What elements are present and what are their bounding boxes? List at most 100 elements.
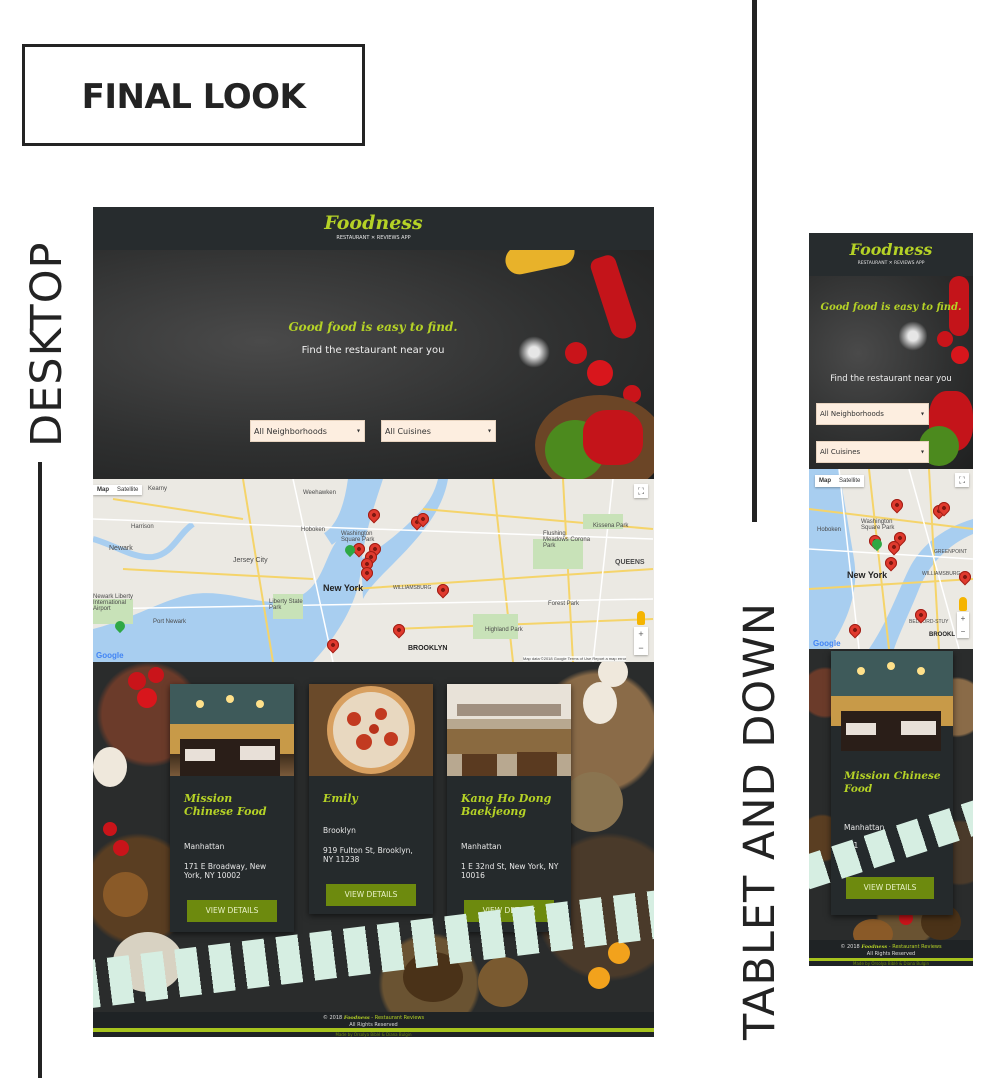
- spice-bowl-decoration: [563, 772, 623, 832]
- egg-yolk-decoration: [588, 967, 610, 989]
- site-logo[interactable]: Foodness: [809, 240, 973, 259]
- map-label-highland: Highland Park: [485, 627, 523, 633]
- map-label-harrison: Harrison: [131, 524, 154, 530]
- footer-suffix: - Restaurant Reviews: [371, 1015, 425, 1021]
- footer-rights: All Rights Reserved: [866, 951, 916, 957]
- zoom-control: + −: [634, 627, 648, 655]
- zoom-out-button[interactable]: −: [634, 641, 648, 655]
- map-label-forest: Forest Park: [548, 601, 580, 607]
- zoom-in-button[interactable]: +: [957, 612, 969, 625]
- fullscreen-button[interactable]: ⛶: [955, 473, 969, 487]
- cuisines-select-value: All Cuisines: [385, 427, 431, 436]
- restaurant-card: Mission Chinese Food Manhattan 171 E Bro…: [170, 684, 294, 932]
- street-view-pegman-icon[interactable]: [637, 611, 645, 625]
- map-label-washington: Washington Square Park: [861, 519, 895, 531]
- map-label-new-york: New York: [323, 583, 364, 593]
- desktop-divider-line: [38, 462, 42, 1078]
- map-tab-map[interactable]: Map: [93, 485, 113, 495]
- footer-copyright: © 2018: [840, 944, 860, 950]
- restaurant-photo-image: [831, 651, 953, 751]
- spice-bowl-decoration: [478, 957, 528, 1007]
- restaurant-neighborhood: Brooklyn: [323, 826, 356, 835]
- salt-decoration: [899, 316, 927, 356]
- restaurant-card: Kang Ho Dong Baekjeong Manhattan 1 E 32n…: [447, 684, 571, 932]
- hero-subtagline: Find the restaurant near you: [301, 345, 445, 356]
- map-type-control: Map Satellite: [815, 475, 865, 487]
- cuisines-select-value: All Cuisines: [820, 448, 861, 456]
- hero-banner: Good food is easy to find. Find the rest…: [93, 250, 654, 479]
- final-look-title-box: FINAL LOOK: [22, 44, 365, 146]
- map-label-hoboken: Hoboken: [301, 527, 326, 533]
- zoom-out-button[interactable]: −: [957, 625, 969, 638]
- map-label-airport: Newark Liberty International Airport: [93, 594, 134, 612]
- map-tab-map[interactable]: Map: [815, 475, 835, 487]
- restaurant-neighborhood: Manhattan: [461, 842, 502, 851]
- restaurants-map[interactable]: Map Satellite ⛶ Washington Square Park H…: [809, 469, 973, 649]
- map-label-williamsburg: WILLIAMSBURG: [922, 571, 961, 577]
- restaurant-address: 919 Fulton St, Brooklyn, NY 11238: [323, 846, 413, 865]
- site-logo-subtitle: RESTAURANT ✕ REVIEWS APP: [336, 235, 411, 241]
- restaurant-name: Kang Ho Dong Baekjeong: [461, 792, 552, 819]
- corn-decoration: [502, 250, 578, 277]
- egg-yolk-decoration: [608, 942, 630, 964]
- desktop-mockup: Foodness RESTAURANT ✕ REVIEWS APP Good f…: [93, 207, 654, 1037]
- spice-bowl-decoration: [853, 919, 893, 940]
- site-logo[interactable]: Foodness: [93, 212, 654, 234]
- footer-made-by: Made by Orsolya Biblé & Diana Bulgin: [93, 1032, 654, 1037]
- footer-made-by: Made by Orsolya Biblé & Diana Bulgin: [809, 961, 973, 966]
- map-label-jersey-city: Jersey City: [233, 557, 268, 564]
- desktop-label: DESKTOP: [22, 241, 72, 447]
- footer-brand: Foodness: [343, 1015, 370, 1021]
- map-label-new-york: New York: [847, 570, 888, 580]
- zoom-control: + −: [957, 612, 969, 638]
- view-details-button[interactable]: VIEW DETAILS: [187, 900, 277, 922]
- salt-decoration: [517, 332, 551, 372]
- tomato-decoration: [128, 672, 146, 690]
- red-pepper-decoration: [583, 410, 643, 465]
- map-label-bedford: BEDFORD-STUY: [909, 619, 949, 625]
- google-logo: Google: [813, 639, 841, 648]
- view-details-button[interactable]: VIEW DETAILS: [846, 877, 934, 899]
- map-label-newark: Newark: [109, 545, 133, 552]
- footer-suffix: - Restaurant Reviews: [888, 944, 942, 950]
- tomato-decoration: [113, 840, 129, 856]
- cuisines-select[interactable]: All Cuisines ▾: [816, 441, 929, 463]
- restaurant-photo: [309, 684, 433, 776]
- cuisines-select[interactable]: All Cuisines ▾: [381, 420, 496, 442]
- restaurant-photo: [170, 684, 294, 776]
- site-logo-subtitle: RESTAURANT ✕ REVIEWS APP: [857, 261, 925, 266]
- map-label-greenpoint: GREENPOINT: [934, 549, 968, 555]
- final-look-title: FINAL LOOK: [81, 77, 306, 117]
- map-tab-satellite[interactable]: Satellite: [113, 485, 142, 495]
- map-label-kissena: Kissena Park: [593, 523, 629, 529]
- hero-subtagline: Find the restaurant near you: [830, 374, 952, 384]
- footer-copyright: © 2018: [322, 1015, 343, 1021]
- tomato-decoration: [937, 331, 953, 347]
- tablet-mockup: Foodness RESTAURANT ✕ REVIEWS APP Good f…: [809, 233, 973, 966]
- chevron-down-icon: ▾: [920, 410, 924, 418]
- google-logo: Google: [96, 651, 124, 660]
- map-tab-satellite[interactable]: Satellite: [835, 475, 864, 487]
- neighborhoods-select[interactable]: All Neighborhoods ▾: [250, 420, 365, 442]
- map-label-liberty: Liberty State Park: [269, 599, 303, 611]
- neighborhoods-select[interactable]: All Neighborhoods ▾: [816, 403, 929, 425]
- map-label-hoboken: Hoboken: [817, 527, 842, 533]
- restaurant-photo-image: [170, 684, 294, 776]
- restaurant-name: Mission Chinese Food: [184, 792, 267, 819]
- map-label-port-newark: Port Newark: [153, 619, 187, 625]
- map-type-control: Map Satellite: [93, 485, 143, 495]
- fullscreen-button[interactable]: ⛶: [634, 484, 648, 498]
- zoom-in-button[interactable]: +: [634, 627, 648, 641]
- map-label-weehawken: Weehawken: [303, 490, 336, 496]
- restaurants-map[interactable]: Map Satellite Kearny Weehawken Harrison …: [93, 479, 654, 662]
- restaurants-list: Mission Chinese Food Manhattan 171 E Bro…: [93, 662, 654, 1012]
- map-label-flushing: Flushing Meadows Corona Park: [543, 531, 591, 549]
- view-details-button[interactable]: VIEW DETAILS: [326, 884, 416, 906]
- site-header: Foodness RESTAURANT ✕ REVIEWS APP: [93, 207, 654, 250]
- chevron-down-icon: ▾: [487, 427, 491, 435]
- tomato-decoration: [565, 342, 587, 364]
- restaurant-photo-image: [309, 684, 433, 776]
- map-label-williamsburg: WILLIAMSBURG: [393, 585, 432, 591]
- map-label-queens: QUEENS: [615, 559, 645, 566]
- street-view-pegman-icon[interactable]: [959, 597, 967, 611]
